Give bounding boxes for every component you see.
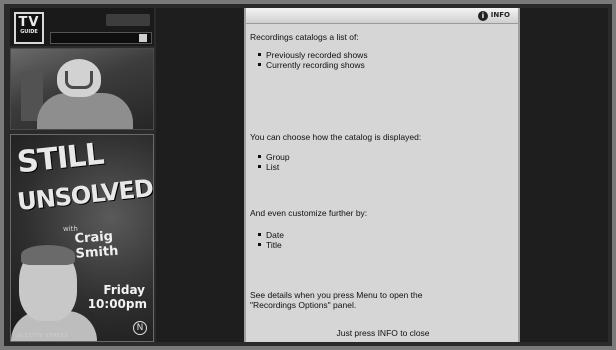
list-item: Title xyxy=(258,240,284,250)
face-mask-image xyxy=(65,71,93,89)
info-panel-header: i INFO xyxy=(246,8,518,24)
list-item: List xyxy=(258,162,290,172)
logo-top-text: TV xyxy=(18,15,40,30)
info-icon[interactable]: i xyxy=(478,11,488,21)
info-header-label: INFO xyxy=(490,11,510,19)
list-item: Previously recorded shows xyxy=(258,50,368,60)
left-dark-band xyxy=(156,8,244,342)
promo-title-line1: STILL xyxy=(15,136,106,181)
info-paragraph-4-line2: "Recordings Options" panel. xyxy=(250,300,357,310)
live-video-thumbnail[interactable] xyxy=(10,48,154,130)
info-paragraph-1: Recordings catalogs a list of: xyxy=(250,32,359,42)
promo-time: 10:00pm xyxy=(87,297,147,311)
tv-guide-logo: TV GUIDE xyxy=(14,12,44,44)
right-dark-band xyxy=(520,8,608,342)
channel-tag-icon xyxy=(139,34,147,42)
network-logo-icon: N xyxy=(133,321,147,335)
info-list-2: Group List xyxy=(258,152,290,172)
host-hair-image xyxy=(21,245,75,265)
promo-ad[interactable]: STILL UNSOLVED with Craig Smith Friday 1… xyxy=(10,134,154,342)
info-paragraph-4-line1: See details when you press Menu to open … xyxy=(250,290,423,300)
list-item: Group xyxy=(258,152,290,162)
info-closing-text: Just press INFO to close xyxy=(336,328,430,338)
list-item: Date xyxy=(258,230,284,240)
info-list-3: Date Title xyxy=(258,230,284,250)
info-paragraph-3: And even customize further by: xyxy=(250,208,368,218)
promo-host-name: Craig Smith xyxy=(74,229,119,262)
promo-title-line2: UNSOLVED xyxy=(15,173,154,217)
info-list-1: Previously recorded shows Currently reco… xyxy=(258,50,368,70)
video-player-body xyxy=(37,93,133,129)
list-item: Currently recording shows xyxy=(258,60,368,70)
info-paragraph-2: You can choose how the catalog is displa… xyxy=(250,132,422,142)
logo-row: TV GUIDE xyxy=(10,8,154,46)
info-panel: i INFO Recordings catalogs a list of: Pr… xyxy=(244,8,520,342)
left-column: TV GUIDE STILL UNSOLVED with Craig Smith… xyxy=(10,8,154,342)
promo-footer: SLEUTH SERIES xyxy=(17,333,69,339)
promo-day: Friday xyxy=(103,283,145,297)
time-box xyxy=(106,14,150,26)
channel-bar[interactable] xyxy=(50,32,152,44)
